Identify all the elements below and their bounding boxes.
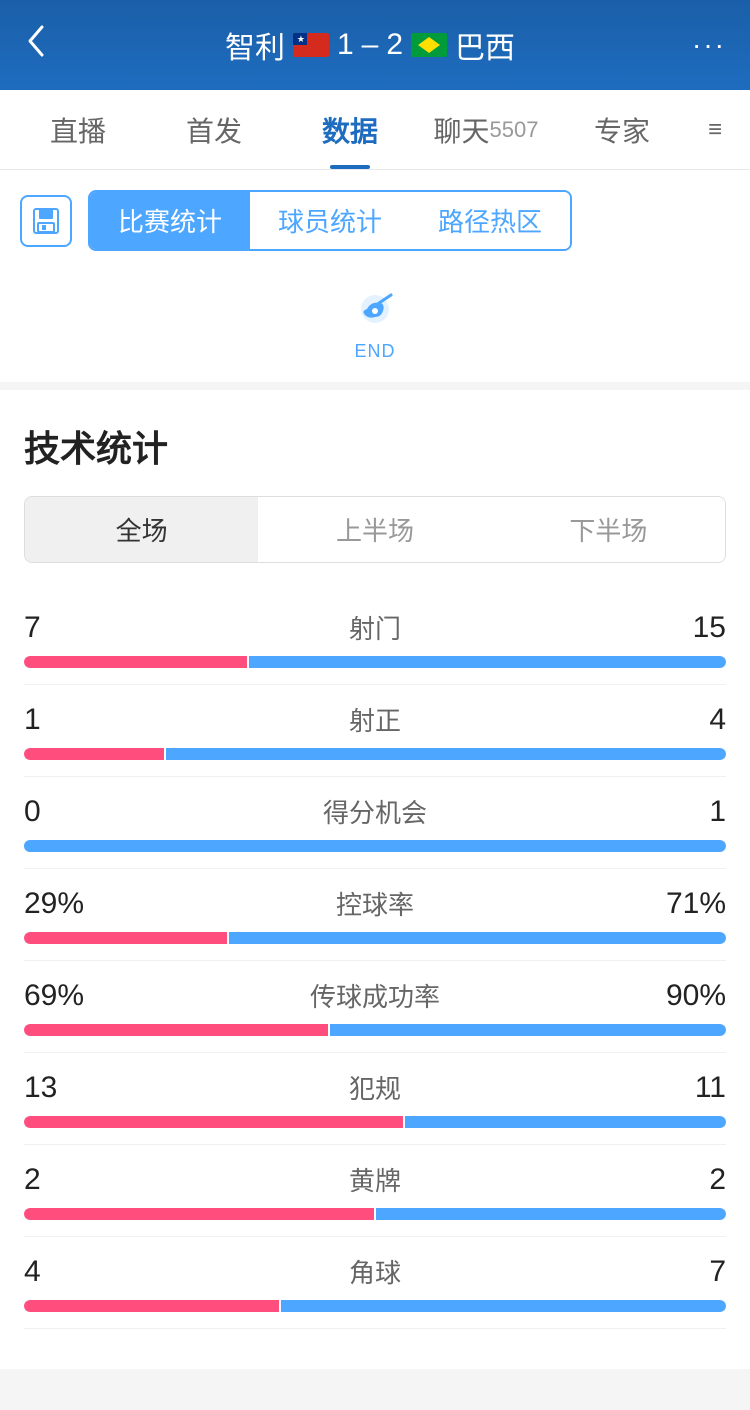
stat-bar-shots-on-target (24, 748, 726, 760)
stat-bar-fouls (24, 1116, 726, 1128)
stat-row-corners: 4 角球 7 (24, 1237, 726, 1329)
nav-tabs: 直播 首发 数据 聊天5507 专家 ≡ (0, 90, 750, 170)
stat-label-shots-on-target: 射正 (104, 701, 646, 738)
sub-tabs-container: 比赛统计 球员统计 路径热区 (0, 170, 750, 261)
stat-bar-left-possession (24, 932, 227, 944)
tab-data[interactable]: 数据 (282, 90, 418, 169)
stat-left-val-shots: 7 (24, 611, 104, 645)
stats-title: 技术统计 (24, 420, 726, 472)
stat-bar-chances (24, 840, 726, 852)
stat-row-pass-accuracy: 69% 传球成功率 90% (24, 961, 726, 1053)
stat-bar-yellow-cards (24, 1208, 726, 1220)
tab-lineup[interactable]: 首发 (146, 90, 282, 169)
tab-chat[interactable]: 聊天5507 (418, 90, 554, 169)
stat-label-shots: 射门 (104, 609, 646, 646)
period-tab-first-half[interactable]: 上半场 (258, 497, 491, 562)
subtab-heatmap[interactable]: 路径热区 (410, 192, 570, 249)
stat-row-shots: 7 射门 15 (24, 593, 726, 685)
stat-bar-right-chances (24, 840, 726, 852)
stat-bar-right-possession (229, 932, 726, 944)
period-tab-full[interactable]: 全场 (25, 497, 258, 562)
stat-bar-right-pass-accuracy (330, 1024, 726, 1036)
nav-more-button[interactable]: ≡ (690, 116, 740, 144)
stat-label-chances: 得分机会 (104, 793, 646, 830)
stats-section: 技术统计 全场 上半场 下半场 7 射门 15 1 射正 4 (0, 390, 750, 1329)
stat-right-val-pass-accuracy: 90% (646, 979, 726, 1013)
stat-left-val-pass-accuracy: 69% (24, 979, 104, 1013)
tab-live[interactable]: 直播 (10, 90, 146, 169)
stat-bar-possession (24, 932, 726, 944)
stat-right-val-fouls: 11 (646, 1071, 726, 1105)
save-button[interactable] (20, 195, 72, 247)
more-button[interactable]: ··· (692, 29, 726, 61)
stat-row-possession: 29% 控球率 71% (24, 869, 726, 961)
stat-left-val-chances: 0 (24, 795, 104, 829)
stat-bar-pass-accuracy (24, 1024, 726, 1036)
stat-bar-left-pass-accuracy (24, 1024, 328, 1036)
stat-row-fouls: 13 犯规 11 (24, 1053, 726, 1145)
team-home-name: 智利 (225, 23, 285, 67)
score-home: 1 (337, 28, 354, 62)
whistle-icon: END (347, 281, 403, 362)
team-away-name: 巴西 (455, 23, 515, 67)
stat-right-val-shots-on-target: 4 (646, 703, 726, 737)
subtab-match-stats[interactable]: 比赛统计 (90, 192, 250, 249)
match-title: 智利 1 – 2 巴西 (225, 23, 515, 67)
stat-bar-shots (24, 656, 726, 668)
stat-left-val-possession: 29% (24, 887, 104, 921)
flag-chile-icon (293, 33, 329, 57)
stat-right-val-shots: 15 (646, 611, 726, 645)
stat-label-possession: 控球率 (104, 885, 646, 922)
stat-label-yellow-cards: 黄牌 (104, 1161, 646, 1198)
stat-bar-left-corners (24, 1300, 279, 1312)
sub-tabs: 比赛统计 球员统计 路径热区 (88, 190, 572, 251)
stat-bar-right-fouls (405, 1116, 726, 1128)
stat-row-shots-on-target: 1 射正 4 (24, 685, 726, 777)
stat-bar-right-yellow-cards (376, 1208, 726, 1220)
stat-left-val-fouls: 13 (24, 1071, 104, 1105)
stat-row-chances: 0 得分机会 1 (24, 777, 726, 869)
stat-label-corners: 角球 (104, 1253, 646, 1290)
tab-expert[interactable]: 专家 (554, 90, 690, 169)
stat-left-val-corners: 4 (24, 1255, 104, 1289)
stat-bar-left-fouls (24, 1116, 403, 1128)
header: 智利 1 – 2 巴西 ··· (0, 0, 750, 90)
end-label: END (354, 341, 395, 362)
chat-badge: 5507 (490, 117, 539, 143)
stat-bar-left-shots (24, 656, 247, 668)
stat-label-fouls: 犯规 (104, 1069, 646, 1106)
stat-bar-left-shots-on-target (24, 748, 164, 760)
period-tab-second-half[interactable]: 下半场 (492, 497, 725, 562)
back-button[interactable] (24, 23, 48, 67)
stat-right-val-chances: 1 (646, 795, 726, 829)
stat-right-val-corners: 7 (646, 1255, 726, 1289)
stat-right-val-possession: 71% (646, 887, 726, 921)
score-separator: – (362, 28, 379, 62)
stat-rows-container: 7 射门 15 1 射正 4 0 得分机会 1 (24, 593, 726, 1329)
stat-label-pass-accuracy: 传球成功率 (104, 977, 646, 1014)
stat-bar-right-corners (281, 1300, 726, 1312)
subtab-player-stats[interactable]: 球员统计 (250, 192, 410, 249)
stat-bar-right-shots (249, 656, 726, 668)
flag-brazil-icon (411, 33, 447, 57)
stat-row-yellow-cards: 2 黄牌 2 (24, 1145, 726, 1237)
stat-left-val-shots-on-target: 1 (24, 703, 104, 737)
timeline-area: END (0, 261, 750, 390)
stat-bar-left-yellow-cards (24, 1208, 374, 1220)
stat-bar-right-shots-on-target (166, 748, 726, 760)
score-away: 2 (386, 28, 403, 62)
stat-bar-corners (24, 1300, 726, 1312)
bottom-padding (0, 1329, 750, 1369)
stat-right-val-yellow-cards: 2 (646, 1163, 726, 1197)
period-tabs: 全场 上半场 下半场 (24, 496, 726, 563)
stat-left-val-yellow-cards: 2 (24, 1163, 104, 1197)
